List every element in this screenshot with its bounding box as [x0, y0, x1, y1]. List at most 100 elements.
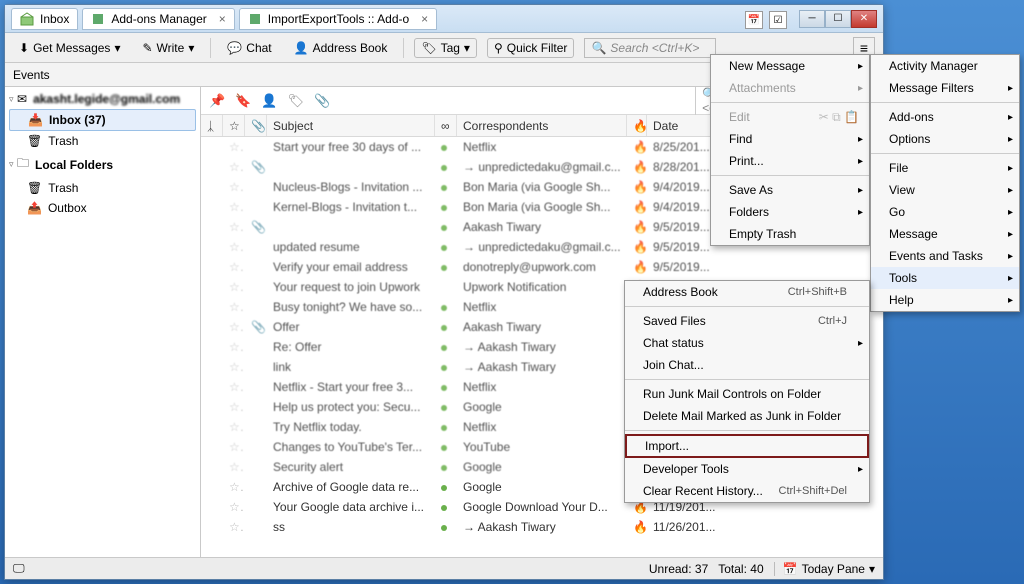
tab-close-icon[interactable]: ×: [421, 12, 428, 26]
chevron-down-icon[interactable]: ▿: [9, 94, 14, 105]
star-icon[interactable]: ☆: [223, 280, 245, 294]
menu-item[interactable]: Run Junk Mail Controls on Folder: [625, 383, 869, 405]
star-icon[interactable]: ☆: [223, 200, 245, 214]
menu-item[interactable]: Message▸: [871, 223, 1019, 245]
star-icon[interactable]: ☆: [223, 160, 245, 174]
menu-item[interactable]: Join Chat...: [625, 354, 869, 376]
star-icon[interactable]: ☆: [223, 480, 245, 494]
sidebar-item-trash[interactable]: 🗑 Trash: [5, 131, 200, 151]
search-input[interactable]: 🔍 Search <Ctrl+K>: [584, 38, 715, 58]
menu-item[interactable]: File▸: [871, 157, 1019, 179]
menu-item[interactable]: Folders▸: [711, 201, 869, 223]
menu-label: View: [889, 183, 915, 197]
minimize-button[interactable]: ─: [799, 10, 825, 28]
close-button[interactable]: ✕: [851, 10, 877, 28]
star-icon[interactable]: ☆: [223, 220, 245, 234]
col-subject[interactable]: Subject: [267, 115, 435, 136]
menu-item[interactable]: Address BookCtrl+Shift+B: [625, 281, 869, 303]
menu-item[interactable]: Events and Tasks▸: [871, 245, 1019, 267]
menu-item[interactable]: Save As▸: [711, 179, 869, 201]
col-read[interactable]: ∞: [435, 115, 457, 136]
star-icon[interactable]: ☆: [223, 260, 245, 274]
today-pane-button[interactable]: 📅 Today Pane ▾: [774, 562, 875, 576]
star-icon[interactable]: ☆: [223, 180, 245, 194]
person-icon[interactable]: 👤: [261, 93, 277, 109]
menu-item[interactable]: Empty Trash: [711, 223, 869, 245]
star-icon[interactable]: ☆: [223, 520, 245, 534]
address-book-button[interactable]: 👤 Address Book: [288, 39, 394, 57]
menu-item[interactable]: Help▸: [871, 289, 1019, 311]
account-row[interactable]: ▿ ✉ akasht.legide@gmail.com: [5, 89, 200, 109]
sidebar-item-outbox[interactable]: 📤 Outbox: [5, 198, 200, 218]
col-attach[interactable]: 📎: [245, 115, 267, 136]
star-icon[interactable]: ☆: [223, 380, 245, 394]
pin-icon[interactable]: 📌: [209, 93, 225, 109]
online-icon[interactable]: 🖵: [13, 561, 25, 576]
bookmark-icon[interactable]: 🔖: [235, 93, 251, 109]
menu-item[interactable]: Go▸: [871, 201, 1019, 223]
menu-item[interactable]: Find▸: [711, 128, 869, 150]
junk-cell: 🔥: [627, 520, 647, 534]
star-icon[interactable]: ☆: [223, 240, 245, 254]
chat-button[interactable]: 💬 Chat: [221, 39, 277, 57]
col-correspondents[interactable]: Correspondents: [457, 115, 627, 136]
menu-item[interactable]: View▸: [871, 179, 1019, 201]
tag-icon[interactable]: 🏷: [288, 93, 305, 109]
col-junk[interactable]: 🔥: [627, 115, 647, 136]
quick-filter-button[interactable]: ⚲ Quick Filter: [487, 38, 574, 58]
subject-cell: ss: [267, 520, 435, 534]
tab-addons[interactable]: Add-ons Manager ×: [82, 8, 234, 30]
calendar-icon[interactable]: 📅: [745, 11, 763, 29]
star-icon[interactable]: ☆: [223, 440, 245, 454]
message-row[interactable]: ☆ss→ Aakash Tiwary🔥11/26/201...: [201, 517, 883, 537]
tag-button[interactable]: 🏷 Tag ▾: [414, 38, 477, 58]
menu-item[interactable]: Saved FilesCtrl+J: [625, 310, 869, 332]
menu-item[interactable]: Message Filters▸: [871, 77, 1019, 99]
menu-item[interactable]: Print...▸: [711, 150, 869, 172]
menu-label: Folders: [729, 205, 769, 219]
maximize-button[interactable]: ☐: [825, 10, 851, 28]
star-icon[interactable]: ☆: [223, 320, 245, 334]
attach-icon[interactable]: 📎: [314, 93, 330, 109]
message-row[interactable]: ☆Verify your email addressdonotreply@upw…: [201, 257, 883, 277]
junk-cell: 🔥: [627, 260, 647, 274]
star-icon[interactable]: ☆: [223, 500, 245, 514]
tab-inbox[interactable]: Inbox: [11, 8, 78, 30]
star-icon[interactable]: ☆: [223, 420, 245, 434]
star-icon[interactable]: ☆: [223, 360, 245, 374]
menu-item[interactable]: Options▸: [871, 128, 1019, 150]
menu-item[interactable]: New Message▸: [711, 55, 869, 77]
sidebar-item-inbox[interactable]: 📥 Inbox (37): [9, 109, 196, 131]
correspondents-cell: → Aakash Tiwary: [457, 340, 627, 354]
write-button[interactable]: ✎ Write ▾: [136, 39, 200, 57]
col-thread[interactable]: ᛣ: [201, 115, 223, 136]
tasks-icon[interactable]: ☑: [769, 11, 787, 29]
menu-label: Empty Trash: [729, 227, 796, 241]
star-icon[interactable]: ☆: [223, 400, 245, 414]
menu-item[interactable]: Developer Tools▸: [625, 458, 869, 480]
star-icon[interactable]: ☆: [223, 340, 245, 354]
sidebar-item-lf-trash[interactable]: 🗑 Trash: [5, 178, 200, 198]
menu-item[interactable]: Import...: [625, 434, 869, 458]
star-icon[interactable]: ☆: [223, 300, 245, 314]
chevron-down-icon[interactable]: ▿: [9, 159, 14, 170]
star-icon[interactable]: ☆: [223, 140, 245, 154]
menu-item[interactable]: Activity Manager: [871, 55, 1019, 77]
menu-item[interactable]: Add-ons▸: [871, 106, 1019, 128]
tab-close-icon[interactable]: ×: [219, 12, 226, 26]
menu-item[interactable]: Tools▸: [871, 267, 1019, 289]
menu-label: Join Chat...: [643, 358, 704, 372]
menu-label: Save As: [729, 183, 773, 197]
menu-label: Run Junk Mail Controls on Folder: [643, 387, 821, 401]
menu-item[interactable]: Chat status▸: [625, 332, 869, 354]
menu-label: Find: [729, 132, 752, 146]
col-star[interactable]: ☆: [223, 115, 245, 136]
junk-cell: 🔥: [627, 240, 647, 254]
star-icon[interactable]: ☆: [223, 460, 245, 474]
tab-importexport[interactable]: ImportExportTools :: Add-o ×: [239, 8, 437, 30]
menu-label: Saved Files: [643, 314, 706, 328]
menu-item[interactable]: Clear Recent History...Ctrl+Shift+Del: [625, 480, 869, 502]
local-folders-row[interactable]: ▿ 🗀 Local Folders: [5, 151, 200, 178]
get-messages-button[interactable]: ⬇ Get Messages ▾: [13, 39, 126, 57]
menu-item[interactable]: Delete Mail Marked as Junk in Folder: [625, 405, 869, 427]
